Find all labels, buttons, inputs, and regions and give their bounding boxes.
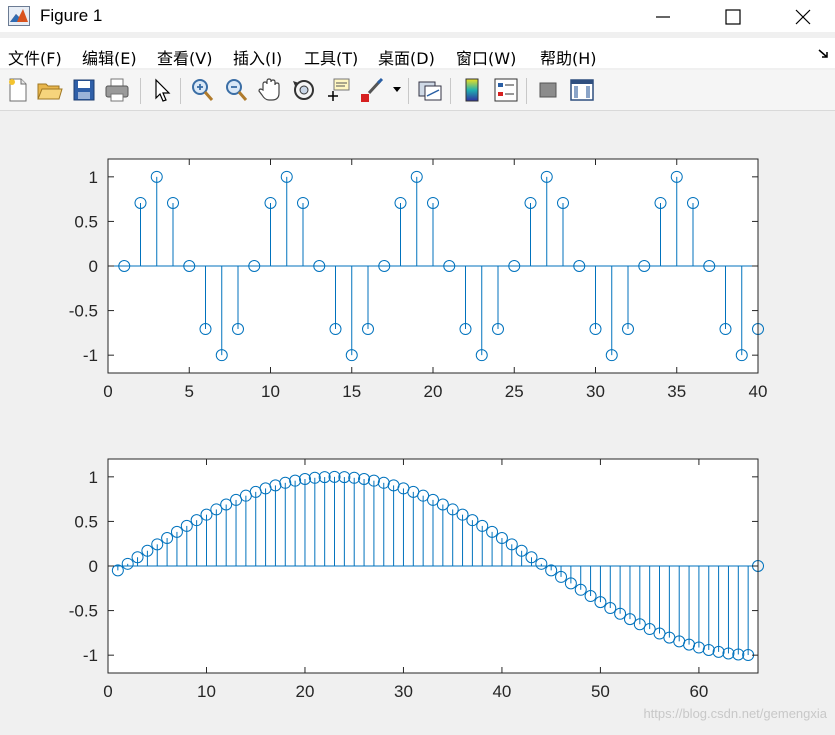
toolbar-separator [526,78,527,104]
x-tick-label: 30 [586,382,605,401]
x-tick-label: 35 [667,382,686,401]
y-tick-label: 0 [89,257,98,276]
y-tick-label: 1 [89,168,98,187]
dock-arrow-icon[interactable] [817,48,831,60]
show-plot-tools-icon[interactable] [568,76,596,104]
minimize-icon [656,16,670,18]
y-tick-label: -1 [83,346,98,365]
maximize-icon [725,9,741,25]
save-icon[interactable] [70,76,98,104]
x-tick-label: 0 [103,682,112,701]
watermark-text: https://blog.csdn.net/gemengxia [643,706,827,721]
print-icon[interactable] [103,76,131,104]
menu-file[interactable]: 文件(F) [8,45,62,69]
y-tick-label: -0.5 [69,302,98,321]
toolbar-separator [140,78,141,104]
zoom-in-icon[interactable] [188,76,216,104]
figure-canvas[interactable]: 0 5 10 15 20 25 30 35 40-1-0.500.510 10 20 30 40 50 60… [0,111,835,731]
open-file-icon[interactable] [35,76,63,104]
maximize-button[interactable] [710,0,756,32]
toolbar-separator [450,78,451,104]
subplot-1: 0 5 10 15 20 25 30 35 40 -1 -0.5 0 0.5 1 [69,158,768,401]
brush-icon[interactable] [358,76,386,104]
subplot-2: 0 10 20 30 40 50 60 -1 -0.5 0 0.5 1 [69,458,764,701]
y-tick-label: 0.5 [74,512,98,531]
x-tick-label: 0 [103,382,112,401]
x-tick-label: 20 [424,382,443,401]
toolbar [0,70,835,111]
x-tick-label: 60 [689,682,708,701]
menu-window[interactable]: 窗口(W) [456,45,516,69]
matlab-logo-icon [8,6,30,26]
figure-area: 0 5 10 15 20 25 30 35 40 -1 -0.5 0 0.5 1 0 10 20 30 40 50 60… [0,111,835,731]
close-icon [795,9,811,25]
pan-hand-icon[interactable] [256,76,284,104]
insert-legend-icon[interactable] [492,76,520,104]
pointer-icon[interactable] [148,76,176,104]
new-figure-icon[interactable] [4,76,32,104]
y-tick-label: -0.5 [69,602,98,621]
link-plot-icon[interactable] [416,76,444,104]
menu-tools[interactable]: 工具(T) [304,45,358,69]
x-tick-label: 40 [749,382,768,401]
toolbar-separator [408,78,409,104]
x-tick-label: 25 [505,382,524,401]
title-bar: Figure 1 [0,0,835,32]
x-tick-label: 30 [394,682,413,701]
close-button[interactable] [780,0,826,32]
menu-edit[interactable]: 编辑(E) [82,45,137,69]
x-tick-label: 10 [197,682,216,701]
menu-help[interactable]: 帮助(H) [540,45,597,69]
minimize-button[interactable] [640,0,686,32]
window-title: Figure 1 [40,6,103,25]
rotate-3d-icon[interactable] [290,76,318,104]
insert-colorbar-icon[interactable] [458,76,486,104]
toolbar-separator [180,78,181,104]
data-cursor-icon[interactable] [324,76,352,104]
y-tick-label: 1 [89,468,98,487]
x-tick-label: 50 [591,682,610,701]
x-tick-label: 10 [261,382,280,401]
menu-desktop[interactable]: 桌面(D) [378,45,435,69]
menu-bar: 文件(F) 编辑(E) 查看(V) 插入(I) 工具(T) 桌面(D) 窗口(W… [0,38,835,68]
hide-plot-tools-icon[interactable] [534,76,562,104]
y-tick-label: 0.5 [74,212,98,231]
zoom-out-icon[interactable] [222,76,250,104]
x-tick-label: 40 [492,682,511,701]
y-tick-label: 0 [89,557,98,576]
x-tick-label: 20 [296,682,315,701]
y-tick-label: -1 [83,646,98,665]
x-tick-label: 15 [342,382,361,401]
menu-view[interactable]: 查看(V) [157,45,212,69]
menu-insert[interactable]: 插入(I) [233,45,282,69]
x-tick-label: 5 [185,382,194,401]
brush-dropdown-icon[interactable] [392,86,402,94]
